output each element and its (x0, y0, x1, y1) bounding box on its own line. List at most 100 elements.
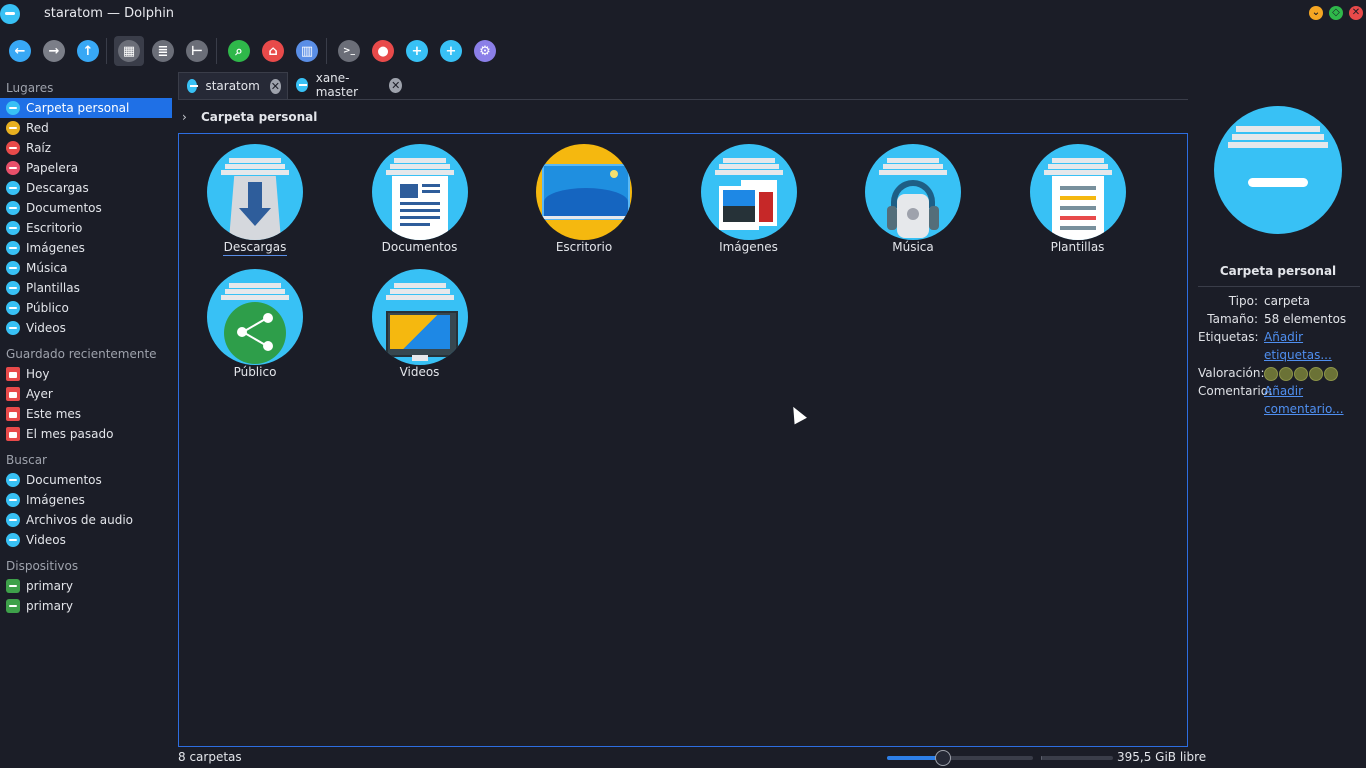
sidebar-item-documentos[interactable]: Documentos (0, 470, 172, 490)
info-link[interactable]: Añadir comentario... (1264, 382, 1366, 418)
sidebar-item-label: Archivos de audio (26, 513, 133, 527)
tab-staratom[interactable]: staratom ✕ (178, 72, 288, 99)
folder-item-downloads[interactable]: Descargas (190, 144, 320, 256)
info-row: Etiquetas: Añadir etiquetas... (1198, 328, 1366, 364)
breadcrumb[interactable]: › Carpeta personal (178, 108, 317, 126)
sidebar-item-descargas[interactable]: Descargas (0, 178, 172, 198)
info-value: carpeta (1264, 294, 1310, 308)
sidebar-item-este-mes[interactable]: Este mes (0, 404, 172, 424)
sidebar-item-label: Imágenes (26, 241, 85, 255)
folder-item-desktop[interactable]: Escritorio (519, 144, 649, 254)
rating-stars[interactable] (1264, 364, 1366, 382)
chevron-right-icon[interactable]: › (182, 110, 187, 124)
sidebar-item-papelera[interactable]: Papelera (0, 158, 172, 178)
star-icon[interactable] (1309, 366, 1323, 381)
sidebar-item-label: Videos (26, 321, 66, 335)
sidebar-item-primary[interactable]: primary (0, 576, 172, 596)
terminal-button[interactable]: >_ (334, 36, 364, 66)
information-panel: Carpeta personal Tipo: carpeta Tamaño: 58 e… (1198, 100, 1360, 620)
folder-item-label: Imágenes (719, 240, 778, 254)
sidebar-item-el-mes-pasado[interactable]: El mes pasado (0, 424, 172, 444)
music-folder-icon (865, 144, 961, 240)
sidebar-item-documentos[interactable]: Documentos (0, 198, 172, 218)
free-space-label: 395,5 GiB libre (1117, 750, 1207, 764)
sidebar-item-label: Documentos (26, 201, 102, 215)
folder-icon (6, 241, 20, 255)
maximize-button[interactable]: ◇ (1329, 6, 1343, 20)
new-folder-button[interactable]: + (402, 36, 432, 66)
terminal-icon: >_ (338, 40, 360, 62)
close-window-button[interactable]: ✕ (1349, 6, 1363, 20)
folder-icon (6, 101, 20, 115)
forward-button[interactable]: → (39, 36, 69, 66)
split-view-button[interactable]: ▥ (292, 36, 322, 66)
back-button[interactable]: ← (5, 36, 35, 66)
up-button[interactable]: ↑ (73, 36, 103, 66)
zoom-slider-handle[interactable] (935, 750, 952, 766)
star-icon[interactable] (1294, 366, 1308, 381)
sidebar-item-carpeta-personal[interactable]: Carpeta personal (0, 98, 172, 118)
sidebar-item-escritorio[interactable]: Escritorio (0, 218, 172, 238)
tab-xane-master[interactable]: xane-master ✕ (288, 71, 408, 99)
sidebar-item-archivos-de-audio[interactable]: Archivos de audio (0, 510, 172, 530)
folder-item-label: Descargas (222, 240, 288, 256)
folder-item-pictures[interactable]: Imágenes (684, 144, 814, 254)
sidebar-item-imágenes[interactable]: Imágenes (0, 238, 172, 258)
search-button[interactable]: ⌕ (224, 36, 254, 66)
folder-icon (6, 141, 20, 155)
zoom-slider[interactable] (887, 750, 1033, 766)
sidebar-item-hoy[interactable]: Hoy (0, 364, 172, 384)
sidebar-item-label: Imágenes (26, 493, 85, 507)
sidebar-item-ayer[interactable]: Ayer (0, 384, 172, 404)
settings-button[interactable]: ⚙ (470, 36, 500, 66)
file-view[interactable]: Descargas Documentos Escritorio Imágenes Mús… (178, 133, 1188, 747)
sidebar-item-imágenes[interactable]: Imágenes (0, 490, 172, 510)
zoom-slider-fill (887, 756, 943, 760)
dolphin-app-icon[interactable] (0, 4, 20, 24)
tree-view-button[interactable]: ⊢ (182, 36, 212, 66)
details-view-button[interactable]: ≣ (148, 36, 178, 66)
sidebar-item-label: Red (26, 121, 49, 135)
folder-item-label: Música (892, 240, 934, 254)
toolbar-separator (326, 38, 327, 64)
sidebar-item-público[interactable]: Público (0, 298, 172, 318)
status-folder-count: 8 carpetas (178, 750, 242, 764)
folder-item-public[interactable]: Público (190, 269, 320, 379)
tab-label: staratom (205, 79, 260, 93)
folder-item-documents[interactable]: Documentos (355, 144, 485, 254)
title-bar: staratom — Dolphin ⌄ ◇ ✕ (0, 0, 1366, 28)
sidebar-item-música[interactable]: Música (0, 258, 172, 278)
breadcrumb-current[interactable]: Carpeta personal (201, 110, 317, 124)
star-icon[interactable] (1264, 366, 1278, 381)
star-icon[interactable] (1324, 366, 1338, 381)
sidebar-item-raíz[interactable]: Raíz (0, 138, 172, 158)
sidebar-item-primary[interactable]: primary (0, 596, 172, 616)
home-button[interactable]: ⌂ (258, 36, 288, 66)
sidebar-item-red[interactable]: Red (0, 118, 172, 138)
record-button[interactable]: ● (368, 36, 398, 66)
close-tab-icon[interactable]: ✕ (389, 77, 402, 93)
folder-icon (296, 78, 308, 92)
folder-item-templates[interactable]: Plantillas (1013, 144, 1143, 254)
star-icon[interactable] (1279, 366, 1293, 381)
close-tab-icon[interactable]: ✕ (269, 78, 281, 94)
folder-icon (6, 301, 20, 315)
sidebar-item-plantillas[interactable]: Plantillas (0, 278, 172, 298)
info-link[interactable]: Añadir etiquetas... (1264, 328, 1366, 364)
new-tab-button[interactable]: + (436, 36, 466, 66)
info-value: 58 elementos (1264, 312, 1347, 326)
icons-view-button[interactable]: ▦ (114, 36, 144, 66)
folder-item-music[interactable]: Música (848, 144, 978, 254)
folder-item-label: Plantillas (1050, 240, 1105, 254)
sidebar-item-videos[interactable]: Videos (0, 318, 172, 338)
info-properties: Tipo: carpeta Tamaño: 58 elementos Etiquetas… (1198, 292, 1366, 418)
sidebar-item-label: Hoy (26, 367, 50, 381)
minimize-button[interactable]: ⌄ (1309, 6, 1323, 20)
toolbar-separator (106, 38, 107, 64)
sidebar-item-videos[interactable]: Videos (0, 530, 172, 550)
arrow-left-icon: ← (9, 40, 31, 62)
folder-icon (6, 473, 20, 487)
gear-icon: ⚙ (474, 40, 496, 62)
folder-item-videos[interactable]: Videos (355, 269, 485, 379)
folder-icon (6, 121, 20, 135)
